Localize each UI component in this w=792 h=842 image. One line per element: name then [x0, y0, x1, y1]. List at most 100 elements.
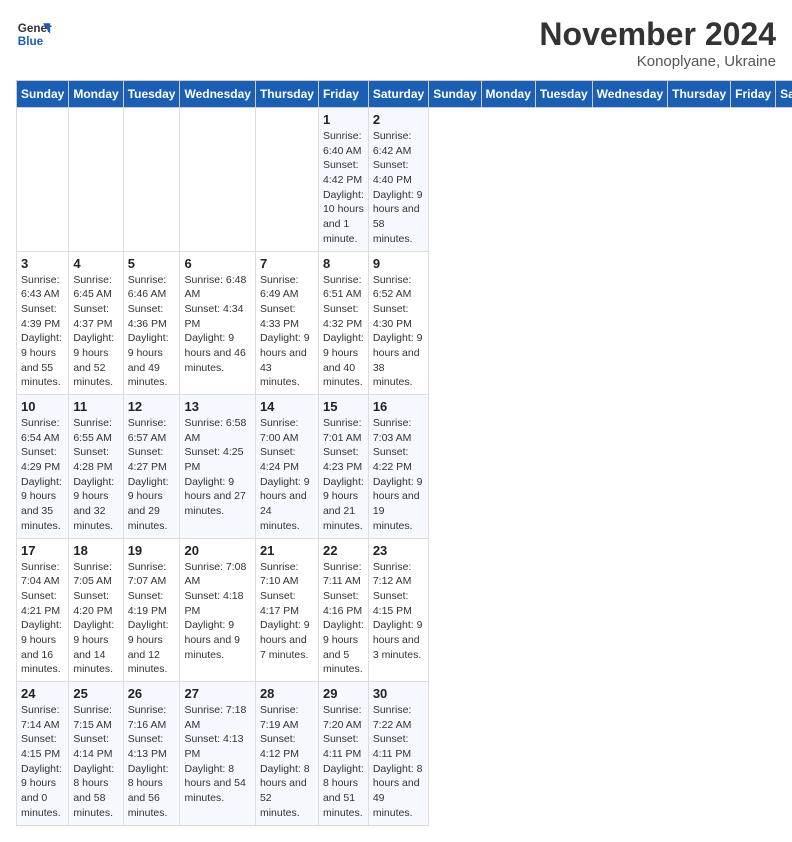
day-info: Sunrise: 7:07 AMSunset: 4:19 PMDaylight:… — [128, 560, 176, 678]
calendar-cell: 9 Sunrise: 6:52 AMSunset: 4:30 PMDaylight… — [368, 251, 428, 395]
location-subtitle: Konoplyane, Ukraine — [539, 53, 776, 70]
calendar-cell — [180, 108, 255, 252]
day-number: 4 — [73, 256, 118, 271]
day-info: Sunrise: 7:04 AMSunset: 4:21 PMDaylight:… — [21, 560, 64, 678]
header-friday: Friday — [731, 81, 776, 108]
day-info: Sunrise: 7:18 AMSunset: 4:13 PMDaylight:… — [184, 703, 250, 806]
day-info: Sunrise: 7:16 AMSunset: 4:13 PMDaylight:… — [128, 703, 176, 821]
day-info: Sunrise: 6:46 AMSunset: 4:36 PMDaylight:… — [128, 273, 176, 391]
calendar-cell: 17 Sunrise: 7:04 AMSunset: 4:21 PMDayligh… — [17, 538, 69, 682]
header-wednesday: Wednesday — [180, 81, 255, 108]
day-number: 30 — [373, 686, 424, 701]
calendar-cell — [17, 108, 69, 252]
calendar-cell: 21Sunrise: 7:10 AMSunset: 4:17 PMDayligh… — [255, 538, 318, 682]
calendar-cell: 20Sunrise: 7:08 AMSunset: 4:18 PMDayligh… — [180, 538, 255, 682]
day-info: Sunrise: 7:20 AMSunset: 4:11 PMDaylight:… — [323, 703, 364, 821]
day-info: Sunrise: 6:42 AMSunset: 4:40 PMDaylight:… — [373, 129, 424, 247]
calendar-cell: 2 Sunrise: 6:42 AMSunset: 4:40 PMDaylight… — [368, 108, 428, 252]
day-number: 15 — [323, 399, 364, 414]
header-monday: Monday — [69, 81, 123, 108]
calendar-cell: 26 Sunrise: 7:16 AMSunset: 4:13 PMDayligh… — [123, 682, 180, 826]
day-number: 6 — [184, 256, 250, 271]
calendar-cell: 4 Sunrise: 6:45 AMSunset: 4:37 PMDaylight… — [69, 251, 123, 395]
calendar-cell: 22Sunrise: 7:11 AMSunset: 4:16 PMDayligh… — [318, 538, 368, 682]
calendar-cell: 12 Sunrise: 6:57 AMSunset: 4:27 PMDayligh… — [123, 395, 180, 539]
day-info: Sunrise: 7:03 AMSunset: 4:22 PMDaylight:… — [373, 416, 424, 534]
day-info: Sunrise: 6:49 AMSunset: 4:33 PMDaylight:… — [260, 273, 314, 391]
calendar-cell: 5 Sunrise: 6:46 AMSunset: 4:36 PMDaylight… — [123, 251, 180, 395]
day-number: 8 — [323, 256, 364, 271]
calendar-week-0: 1Sunrise: 6:40 AMSunset: 4:42 PMDaylight… — [17, 108, 792, 252]
day-number: 11 — [73, 399, 118, 414]
header-tuesday: Tuesday — [123, 81, 180, 108]
day-info: Sunrise: 6:43 AMSunset: 4:39 PMDaylight:… — [21, 273, 64, 391]
title-block: November 2024 Konoplyane, Ukraine — [539, 16, 776, 70]
day-number: 13 — [184, 399, 250, 414]
calendar-cell: 19 Sunrise: 7:07 AMSunset: 4:19 PMDayligh… — [123, 538, 180, 682]
day-number: 7 — [260, 256, 314, 271]
calendar-cell: 10 Sunrise: 6:54 AMSunset: 4:29 PMDayligh… — [17, 395, 69, 539]
day-info: Sunrise: 6:45 AMSunset: 4:37 PMDaylight:… — [73, 273, 118, 391]
calendar-cell: 25Sunrise: 7:15 AMSunset: 4:14 PMDayligh… — [69, 682, 123, 826]
day-number: 5 — [128, 256, 176, 271]
logo: General Blue — [16, 16, 52, 52]
calendar-cell: 3 Sunrise: 6:43 AMSunset: 4:39 PMDaylight… — [17, 251, 69, 395]
calendar-week-1: 3 Sunrise: 6:43 AMSunset: 4:39 PMDaylight… — [17, 251, 792, 395]
day-number: 18 — [73, 543, 118, 558]
calendar-cell: 13 Sunrise: 6:58 AMSunset: 4:25 PMDayligh… — [180, 395, 255, 539]
calendar-cell: 1Sunrise: 6:40 AMSunset: 4:42 PMDaylight… — [318, 108, 368, 252]
day-number: 3 — [21, 256, 64, 271]
calendar-cell: 29 Sunrise: 7:20 AMSunset: 4:11 PMDayligh… — [318, 682, 368, 826]
header-sunday: Sunday — [17, 81, 69, 108]
day-number: 16 — [373, 399, 424, 414]
day-info: Sunrise: 7:19 AMSunset: 4:12 PMDaylight:… — [260, 703, 314, 821]
day-info: Sunrise: 7:22 AMSunset: 4:11 PMDaylight:… — [373, 703, 424, 821]
calendar-cell — [255, 108, 318, 252]
header-saturday: Saturday — [368, 81, 428, 108]
header-monday: Monday — [481, 81, 535, 108]
day-number: 22 — [323, 543, 364, 558]
day-number: 27 — [184, 686, 250, 701]
day-info: Sunrise: 7:08 AMSunset: 4:18 PMDaylight:… — [184, 560, 250, 663]
day-info: Sunrise: 6:51 AMSunset: 4:32 PMDaylight:… — [323, 273, 364, 391]
calendar-cell: 8 Sunrise: 6:51 AMSunset: 4:32 PMDaylight… — [318, 251, 368, 395]
calendar-cell — [69, 108, 123, 252]
day-info: Sunrise: 7:00 AMSunset: 4:24 PMDaylight:… — [260, 416, 314, 534]
day-number: 24 — [21, 686, 64, 701]
day-info: Sunrise: 6:55 AMSunset: 4:28 PMDaylight:… — [73, 416, 118, 534]
calendar-cell: 24Sunrise: 7:14 AMSunset: 4:15 PMDayligh… — [17, 682, 69, 826]
calendar-cell: 27 Sunrise: 7:18 AMSunset: 4:13 PMDayligh… — [180, 682, 255, 826]
header-thursday: Thursday — [255, 81, 318, 108]
day-info: Sunrise: 6:54 AMSunset: 4:29 PMDaylight:… — [21, 416, 64, 534]
calendar-cell: 7 Sunrise: 6:49 AMSunset: 4:33 PMDaylight… — [255, 251, 318, 395]
calendar-cell: 28 Sunrise: 7:19 AMSunset: 4:12 PMDayligh… — [255, 682, 318, 826]
calendar-cell: 30 Sunrise: 7:22 AMSunset: 4:11 PMDayligh… — [368, 682, 428, 826]
calendar-cell: 23 Sunrise: 7:12 AMSunset: 4:15 PMDayligh… — [368, 538, 428, 682]
calendar-cell: 14Sunrise: 7:00 AMSunset: 4:24 PMDayligh… — [255, 395, 318, 539]
day-number: 17 — [21, 543, 64, 558]
header-thursday: Thursday — [668, 81, 731, 108]
day-number: 9 — [373, 256, 424, 271]
calendar-cell: 16 Sunrise: 7:03 AMSunset: 4:22 PMDayligh… — [368, 395, 428, 539]
calendar-cell: 11 Sunrise: 6:55 AMSunset: 4:28 PMDayligh… — [69, 395, 123, 539]
day-number: 23 — [373, 543, 424, 558]
calendar-table: SundayMondayTuesdayWednesdayThursdayFrid… — [16, 80, 792, 826]
calendar-cell — [123, 108, 180, 252]
day-number: 28 — [260, 686, 314, 701]
calendar-week-3: 17 Sunrise: 7:04 AMSunset: 4:21 PMDayligh… — [17, 538, 792, 682]
day-info: Sunrise: 6:52 AMSunset: 4:30 PMDaylight:… — [373, 273, 424, 391]
day-number: 2 — [373, 112, 424, 127]
day-number: 26 — [128, 686, 176, 701]
day-info: Sunrise: 6:58 AMSunset: 4:25 PMDaylight:… — [184, 416, 250, 519]
day-number: 19 — [128, 543, 176, 558]
day-info: Sunrise: 6:40 AMSunset: 4:42 PMDaylight:… — [323, 129, 364, 247]
header-sunday: Sunday — [429, 81, 481, 108]
day-info: Sunrise: 6:57 AMSunset: 4:27 PMDaylight:… — [128, 416, 176, 534]
day-info: Sunrise: 7:12 AMSunset: 4:15 PMDaylight:… — [373, 560, 424, 663]
day-number: 12 — [128, 399, 176, 414]
day-number: 29 — [323, 686, 364, 701]
logo-icon: General Blue — [16, 16, 52, 52]
header-wednesday: Wednesday — [592, 81, 667, 108]
day-info: Sunrise: 6:48 AMSunset: 4:34 PMDaylight:… — [184, 273, 250, 376]
day-number: 10 — [21, 399, 64, 414]
